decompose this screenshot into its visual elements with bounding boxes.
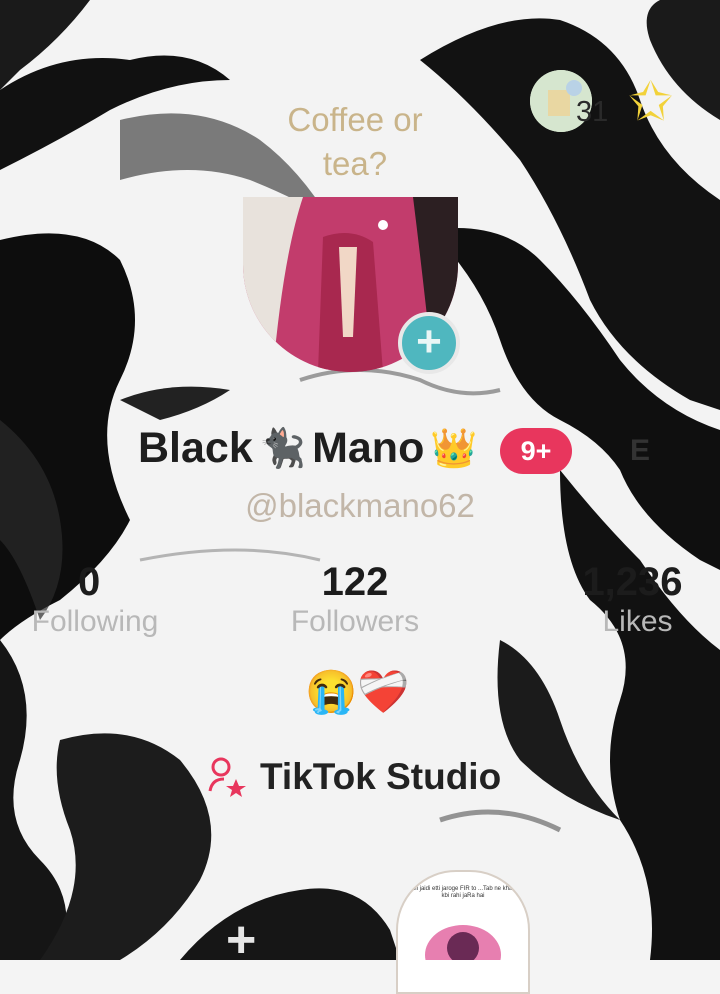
add-post-icon[interactable]: + [226, 910, 256, 970]
followers-count: 122 [321, 560, 389, 604]
studio-label: TikTok Studio [260, 756, 502, 797]
star-icon[interactable]: ✩ [628, 72, 673, 132]
stat-likes[interactable]: 1,236 Likes [545, 560, 720, 639]
person-star-icon [208, 757, 246, 797]
prompt-line-1: Coffee or [287, 101, 423, 138]
edit-profile-button[interactable]: E [630, 434, 650, 468]
stat-following[interactable]: 0 Following [0, 560, 200, 639]
profile-username: @blackmano62 [245, 487, 475, 524]
crown-icon: 👑 [430, 427, 478, 470]
badge-count: 31 [576, 96, 609, 128]
prompt-line-2: tea? [322, 145, 388, 182]
profile-prompt[interactable]: Coffee or tea? [250, 98, 460, 186]
name-part-2: Mano [312, 424, 425, 472]
profile-bio: 😭❤️‍🩹 [305, 668, 410, 715]
following-count: 0 [78, 560, 101, 604]
likes-label: Likes [602, 605, 673, 638]
following-label: Following [31, 605, 159, 638]
cat-icon: 🐈‍⬛ [258, 427, 307, 470]
post-caption: ...dil jaidi etti jaroge FIR to ...Tab n… [406, 886, 520, 899]
tiktok-studio-link[interactable]: TikTok Studio [208, 755, 501, 799]
add-avatar-button[interactable]: + [398, 312, 460, 374]
notification-badge[interactable]: 9+ [500, 428, 572, 474]
post-preview[interactable]: ...dil jaidi etti jaroge FIR to ...Tab n… [396, 870, 530, 994]
name-part-1: Black [138, 424, 253, 472]
followers-label: Followers [290, 605, 420, 638]
likes-count: 1,236 [582, 560, 683, 604]
post-thumbnail [425, 925, 501, 985]
stat-followers[interactable]: 122 Followers [270, 560, 440, 639]
profile-name: Black 🐈‍⬛ Mano 👑 [138, 424, 478, 473]
